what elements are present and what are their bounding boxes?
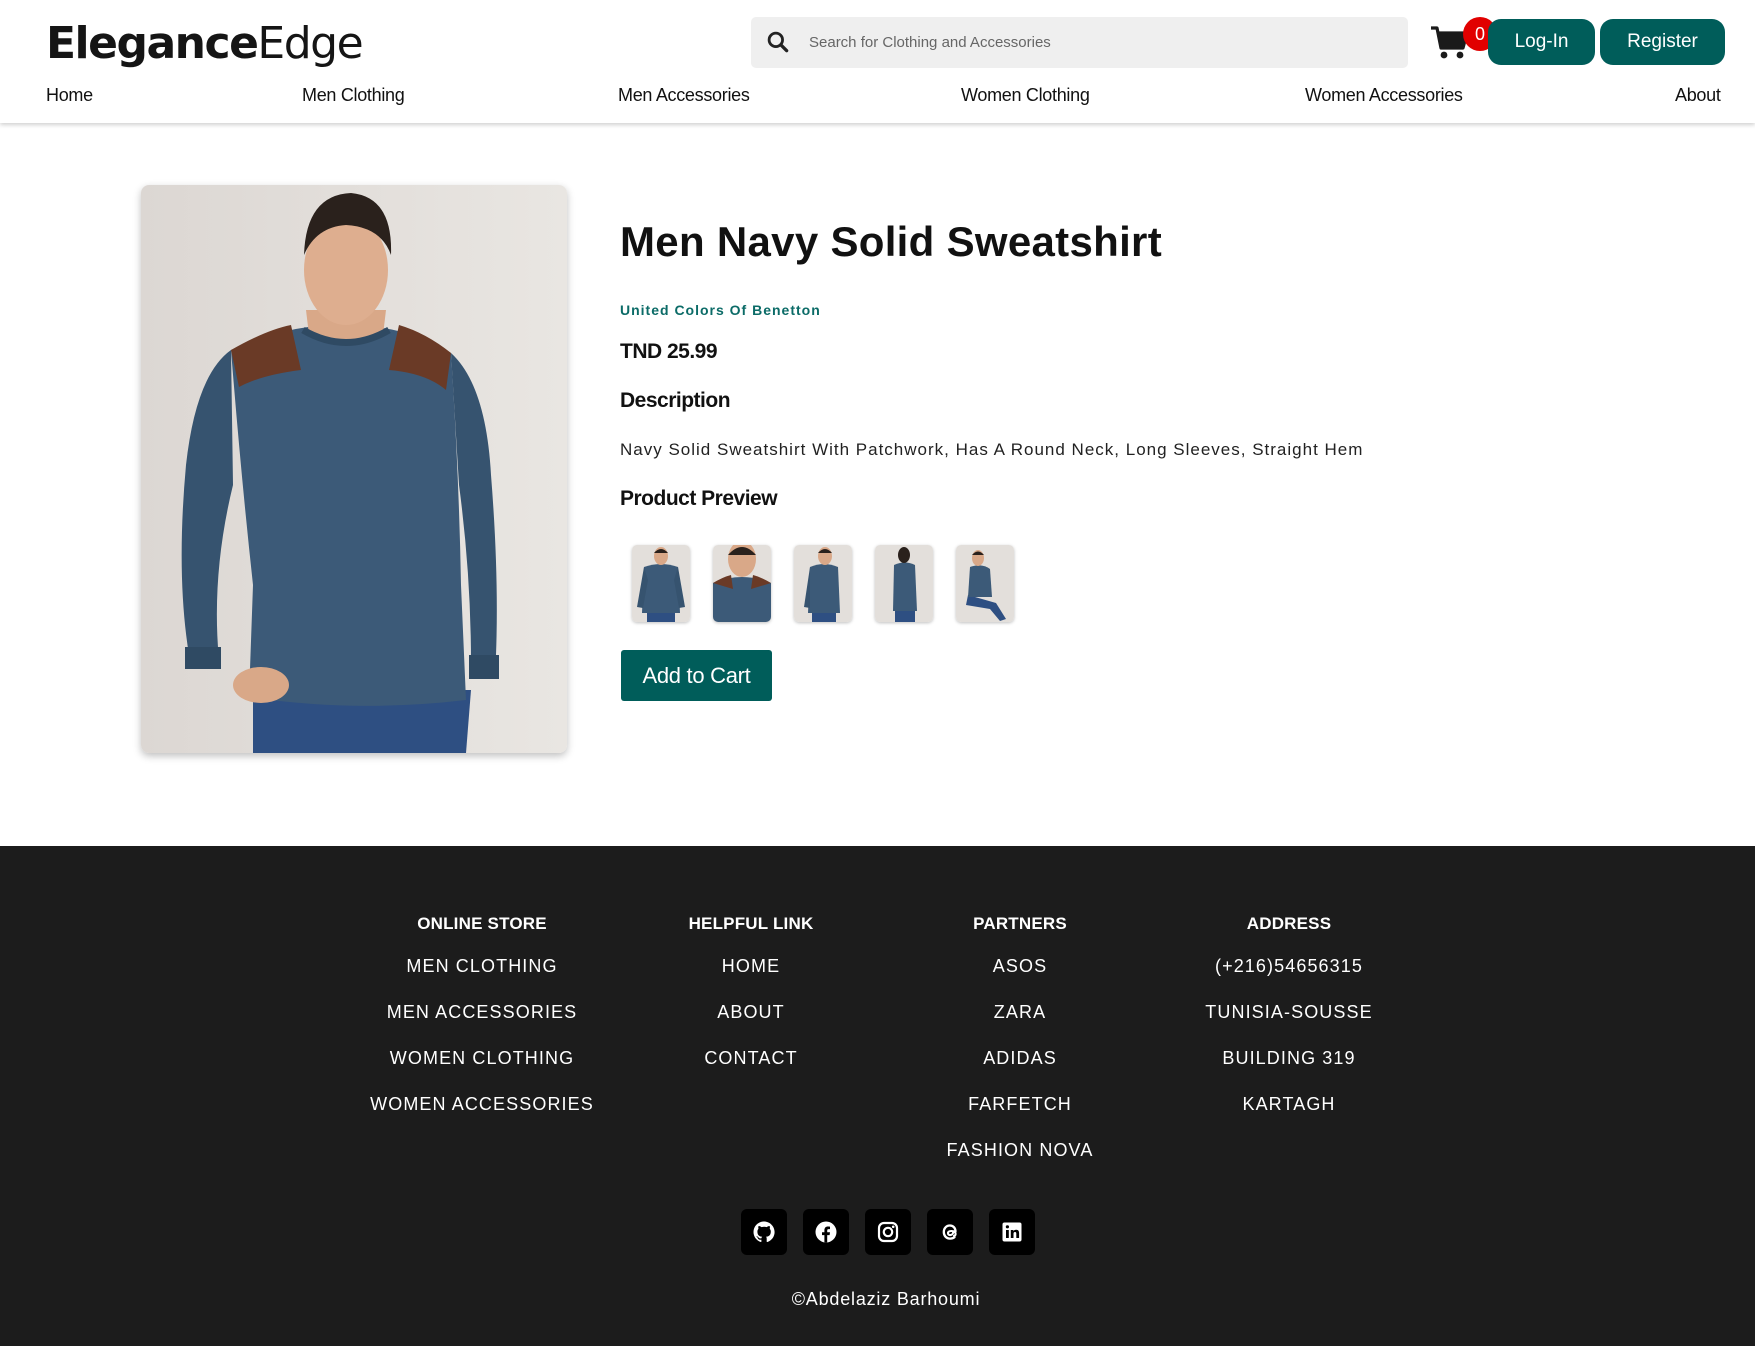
product-preview-heading: Product Preview	[620, 487, 778, 510]
nav-men-accessories[interactable]: Men Accessories	[618, 85, 750, 106]
footer-heading: ONLINE STORE	[417, 914, 547, 933]
site-footer: ONLINE STORE MEN CLOTHING MEN ACCESSORIE…	[0, 846, 1755, 1346]
address-line: KARTAGH	[1242, 1094, 1336, 1114]
logo-light-text: Edge	[257, 18, 363, 69]
main-nav: Home Men Clothing Men Accessories Women …	[0, 85, 1755, 115]
linkedin-link[interactable]	[989, 1209, 1035, 1255]
address-line: BUILDING 319	[1222, 1048, 1356, 1068]
nav-men-clothing[interactable]: Men Clothing	[302, 85, 405, 106]
threads-icon	[942, 1224, 957, 1240]
preview-thumbnail-1[interactable]	[632, 545, 690, 622]
product-description: Navy Solid Sweatshirt With Patchwork, Ha…	[620, 440, 1364, 459]
footer-column-helpful-link: HELPFUL LINK HOME ABOUT CONTACT	[621, 914, 881, 1094]
product-price: TND 25.99	[620, 340, 718, 363]
linkedin-icon	[1002, 1222, 1022, 1242]
github-link[interactable]	[741, 1209, 787, 1255]
preview-thumbnail-2[interactable]	[713, 545, 771, 622]
footer-link-men-accessories[interactable]: MEN ACCESSORIES	[352, 1002, 612, 1022]
address-phone: (+216)54656315	[1214, 956, 1364, 976]
product-title: Men Navy Solid Sweatshirt	[620, 218, 1162, 265]
footer-heading: HELPFUL LINK	[688, 914, 814, 933]
search-bar	[751, 17, 1408, 68]
nav-home[interactable]: Home	[46, 85, 93, 106]
search-icon[interactable]	[765, 29, 791, 55]
search-input[interactable]	[809, 17, 1399, 68]
footer-link-fashion-nova[interactable]: FASHION NOVA	[890, 1140, 1150, 1160]
logo-bold-text: Elegance	[46, 18, 259, 69]
footer-heading: ADDRESS	[1246, 914, 1332, 933]
footer-link-adidas[interactable]: ADIDAS	[890, 1048, 1150, 1068]
site-logo[interactable]: EleganceEdge	[46, 16, 364, 72]
product-brand[interactable]: United Colors Of Benetton	[620, 302, 821, 318]
preview-thumbnail-5[interactable]	[956, 545, 1014, 622]
footer-link-about[interactable]: ABOUT	[621, 1002, 881, 1022]
threads-link[interactable]	[927, 1209, 973, 1255]
github-icon	[753, 1221, 775, 1243]
nav-about[interactable]: About	[1675, 85, 1721, 106]
footer-link-zara[interactable]: ZARA	[890, 1002, 1150, 1022]
footer-link-farfetch[interactable]: FARFETCH	[890, 1094, 1150, 1114]
preview-thumbnail-3[interactable]	[794, 545, 852, 622]
site-header: EleganceEdge 0 Log-In Register Home Men …	[0, 0, 1755, 123]
description-heading: Description	[620, 389, 731, 412]
footer-link-contact[interactable]: CONTACT	[621, 1048, 881, 1068]
facebook-icon	[815, 1221, 837, 1243]
footer-link-men-clothing[interactable]: MEN CLOTHING	[352, 956, 612, 976]
footer-link-home[interactable]: HOME	[621, 956, 881, 976]
login-button[interactable]: Log-In	[1488, 19, 1595, 65]
instagram-icon	[877, 1221, 899, 1243]
footer-link-asos[interactable]: ASOS	[890, 956, 1150, 976]
footer-column-partners: PARTNERS ASOS ZARA ADIDAS FARFETCH FASHI…	[890, 914, 1150, 1186]
footer-heading: PARTNERS	[973, 914, 1067, 933]
footer-column-address: ADDRESS (+216)54656315 TUNISIA-SOUSSE BU…	[1159, 914, 1419, 1140]
footer-link-women-clothing[interactable]: WOMEN CLOTHING	[352, 1048, 612, 1068]
facebook-link[interactable]	[803, 1209, 849, 1255]
copyright-text: ©Abdelaziz Barhoumi	[791, 1289, 981, 1309]
footer-link-women-accessories[interactable]: WOMEN ACCESSORIES	[352, 1094, 612, 1114]
footer-column-online-store: ONLINE STORE MEN CLOTHING MEN ACCESSORIE…	[352, 914, 612, 1140]
nav-women-accessories[interactable]: Women Accessories	[1305, 85, 1463, 106]
register-button[interactable]: Register	[1600, 19, 1725, 65]
address-line: TUNISIA-SOUSSE	[1205, 1002, 1373, 1022]
instagram-link[interactable]	[865, 1209, 911, 1255]
product-main-image	[141, 185, 567, 753]
preview-thumbnail-4[interactable]	[875, 545, 933, 622]
nav-women-clothing[interactable]: Women Clothing	[961, 85, 1090, 106]
add-to-cart-button[interactable]: Add to Cart	[621, 650, 772, 701]
